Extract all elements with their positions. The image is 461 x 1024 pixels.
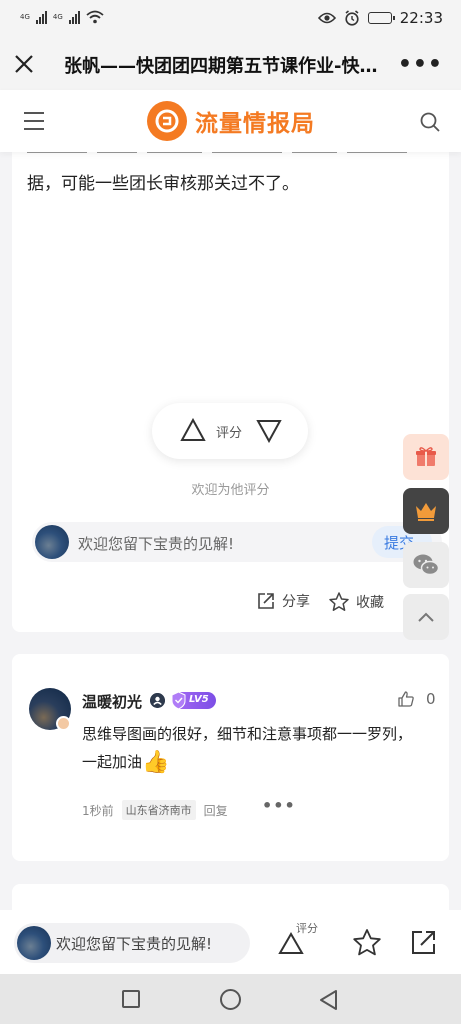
thumbs-up-icon — [398, 691, 414, 707]
crown-icon — [416, 503, 436, 521]
close-icon[interactable] — [10, 50, 38, 78]
article-card: 据，可能一些团长审核那关过不了。 评分 欢迎为他评分 欢迎您留下宝贵的见解! 提… — [12, 145, 449, 632]
bottom-comment-input[interactable]: 欢迎您留下宝贵的见解! — [14, 923, 250, 963]
comment-more-icon[interactable]: ••• — [262, 796, 296, 815]
chevron-up-icon — [418, 612, 434, 622]
page-title: 张帆——快团团四期第五节课作业-快… — [64, 56, 378, 77]
recents-button[interactable] — [122, 990, 140, 1008]
share-icon — [258, 593, 274, 609]
menu-icon[interactable] — [22, 110, 46, 132]
network-label-1: 4G — [20, 13, 30, 21]
battery-icon — [367, 12, 395, 24]
share-label: 分享 — [282, 594, 310, 610]
wifi-icon — [86, 10, 104, 24]
more-options-icon[interactable]: ••• — [398, 52, 443, 77]
status-bar: 4G 4G 22:33 — [0, 0, 461, 40]
rating-hint: 欢迎为他评分 — [191, 483, 270, 498]
logo-text: 流量情报局 — [195, 111, 315, 137]
bottom-rate-label: 评分 — [296, 922, 318, 935]
commenter-name[interactable]: 温暖初光 — [82, 691, 142, 712]
article-text: 据，可能一些团长审核那关过不了。 — [27, 174, 299, 194]
comment-location: 山东省济南市 — [121, 800, 196, 820]
signal-icon — [35, 10, 47, 24]
bottom-share-icon[interactable] — [410, 928, 438, 956]
comment-text: 思维导图画的很好，细节和注意事项都一一罗列，一起加油👍 — [82, 720, 422, 777]
share-button[interactable]: 分享 — [256, 591, 310, 611]
wechat-button[interactable] — [403, 542, 449, 588]
user-avatar — [35, 525, 69, 559]
comment-item: 温暖初光 LV5 0 思维导图画的很好，细节和注意事项都一一罗列，一起加油👍 1… — [12, 654, 449, 861]
status-icons: 22:33 — [317, 9, 443, 27]
site-logo[interactable]: 流量情报局 — [147, 100, 315, 142]
like-button[interactable]: 0 — [398, 690, 436, 708]
bottom-action-bar: 欢迎您留下宝贵的见解! 评分 — [0, 910, 461, 974]
signal-icon-2 — [68, 10, 80, 24]
verified-icon — [150, 693, 165, 708]
star-icon — [329, 592, 349, 611]
upvote-icon[interactable] — [180, 418, 206, 442]
rating-label: 评分 — [216, 426, 243, 441]
downvote-icon[interactable] — [256, 419, 282, 443]
logo-mark-icon — [147, 101, 187, 141]
avatar-badge-icon — [56, 716, 71, 731]
gift-button[interactable] — [403, 434, 449, 480]
vip-button[interactable] — [403, 488, 449, 534]
system-nav-bar — [0, 974, 461, 1024]
comment-placeholder: 欢迎您留下宝贵的见解! — [78, 535, 235, 553]
favorite-label: 收藏 — [356, 595, 384, 611]
level-shield-icon — [171, 691, 186, 710]
comment-input[interactable]: 欢迎您留下宝贵的见解! 提交 — [32, 522, 442, 562]
home-button[interactable] — [220, 989, 241, 1010]
reply-button[interactable]: 回复 — [204, 802, 228, 819]
webview-title-bar: 张帆——快团团四期第五节课作业-快… ••• — [0, 40, 461, 90]
like-count: 0 — [426, 690, 436, 708]
rating-widget: 评分 — [152, 403, 308, 459]
comment-body: 思维导图画的很好，细节和注意事项都一一罗列，一起加油 — [82, 725, 413, 771]
back-triangle-icon[interactable] — [318, 989, 338, 1011]
gift-icon — [416, 447, 436, 466]
clock: 22:33 — [399, 9, 443, 27]
site-header: 流量情报局 — [0, 90, 461, 152]
search-icon[interactable] — [419, 111, 441, 133]
wechat-icon — [413, 554, 440, 576]
comment-meta: 1秒前 山东省济南市 回复 — [82, 800, 228, 820]
comment-time: 1秒前 — [82, 803, 114, 818]
network-status: 4G 4G — [20, 10, 104, 24]
eye-icon — [317, 12, 336, 24]
bottom-comment-placeholder: 欢迎您留下宝贵的见解! — [56, 935, 213, 953]
network-label-2: 4G — [52, 13, 63, 21]
favorite-button[interactable]: 收藏 — [328, 591, 384, 613]
thumbs-up-emoji: 👍 — [142, 749, 170, 775]
bottom-star-icon[interactable] — [352, 928, 382, 958]
back-to-top-button[interactable] — [403, 594, 449, 640]
alarm-icon — [345, 10, 359, 26]
user-avatar-bottom — [17, 926, 51, 960]
